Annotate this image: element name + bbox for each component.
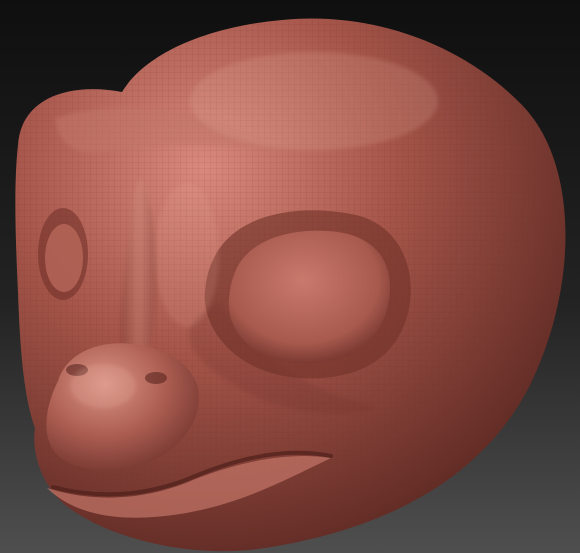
right-nostril xyxy=(145,372,167,384)
left-eye-surface xyxy=(45,224,83,292)
upper-cheek-highlight xyxy=(155,183,219,327)
right-eye-surface xyxy=(228,230,390,364)
nose-highlight xyxy=(70,364,136,408)
creature-head-model[interactable] xyxy=(0,0,580,553)
sculpt-viewport[interactable] xyxy=(0,0,580,553)
forehead-highlight xyxy=(190,52,438,150)
